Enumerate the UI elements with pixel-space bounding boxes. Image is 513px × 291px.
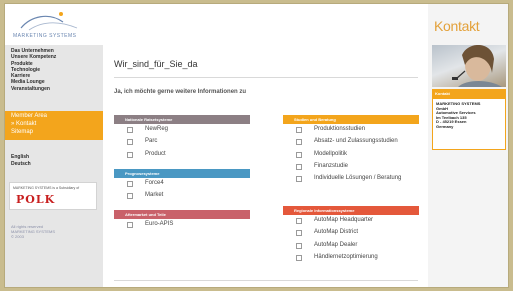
partner-box[interactable]: MARKETING SYSTEMS is a Subsidiary of POL… xyxy=(9,182,97,210)
nav-item-kontakt[interactable]: » Kontakt xyxy=(11,121,36,127)
option-row: Parc xyxy=(114,136,250,148)
option-label: Finanzstudie xyxy=(314,162,349,169)
page-title: Wir_sind_für_Sie_da xyxy=(114,59,198,69)
nav-item-sitemap[interactable]: Sitemap xyxy=(11,129,33,135)
nav-highlight-block: Member Area » Kontakt Sitemap xyxy=(5,111,103,140)
logo-text: MARKETING SYSTEMS xyxy=(13,33,77,39)
option-label: Händlernetzoptimierung xyxy=(314,253,378,260)
option-label: Absatz- und Zulassungsstudien xyxy=(314,138,398,145)
option-label: AutoMap Headquarter xyxy=(314,217,374,223)
partner-logo: POLK xyxy=(16,193,56,206)
option-row: Händlernetzoptimierung xyxy=(283,252,419,264)
page-frame: MARKETING SYSTEMS Das Unternehmen Unsere… xyxy=(4,3,509,288)
kontakt-title: Kontakt xyxy=(434,18,480,34)
option-label: Force4 xyxy=(145,180,164,186)
checkbox[interactable] xyxy=(127,222,133,228)
divider xyxy=(114,280,418,281)
checkbox[interactable] xyxy=(296,218,302,224)
sidebar: MARKETING SYSTEMS Das Unternehmen Unsere… xyxy=(5,4,103,287)
copyright: All rights reserved MARKETING SYSTEMS © … xyxy=(11,224,55,239)
checkbox[interactable] xyxy=(127,139,133,146)
nav-item-member-area[interactable]: Member Area xyxy=(11,113,47,119)
section-studien: Studien und Beratung Produktionsstudien … xyxy=(283,115,419,185)
checkbox[interactable] xyxy=(296,176,302,183)
address-box: MARKETING SYSTEMS GmbH Automotive Servic… xyxy=(432,98,506,150)
option-row: Absatz- und Zulassungsstudien xyxy=(283,136,419,148)
option-label: Individuelle Lösungen / Beratung xyxy=(314,175,402,182)
option-row: Market xyxy=(114,190,250,202)
option-label: NewReg xyxy=(145,126,169,132)
option-label: Produktionsstudien xyxy=(314,126,366,132)
divider xyxy=(114,77,418,78)
section-header: Aftermarket und Teile xyxy=(114,210,250,219)
section-regional: Regionale Informationssysteme AutoMap He… xyxy=(283,206,419,264)
section-header: Nationale Ratsetsysteme xyxy=(114,115,250,124)
option-label: Modellpolitik xyxy=(314,150,348,157)
option-row: Euro-APIS xyxy=(114,219,250,231)
main-nav: Das Unternehmen Unsere Kompetenz Produkt… xyxy=(11,48,99,92)
option-row: Finanzstudie xyxy=(283,161,419,173)
headset-person-icon xyxy=(452,45,502,87)
section-nationale: Nationale Ratsetsysteme NewReg Parc Prod… xyxy=(114,115,250,161)
intro-text: Ja, ich möchte gerne weitere Information… xyxy=(114,89,247,95)
logo-swoosh-icon xyxy=(20,12,78,31)
checkbox[interactable] xyxy=(296,230,302,237)
option-row: NewReg xyxy=(114,124,250,136)
checkbox[interactable] xyxy=(127,181,133,187)
partner-text: MARKETING SYSTEMS is a Subsidiary of xyxy=(13,186,80,190)
lang-english[interactable]: English xyxy=(11,154,31,161)
checkbox[interactable] xyxy=(296,139,302,146)
option-row: Produktionsstudien xyxy=(283,124,419,136)
checkbox[interactable] xyxy=(296,254,302,261)
contact-photo xyxy=(432,45,506,87)
section-aftermarket: Aftermarket und Teile Euro-APIS xyxy=(114,210,250,231)
option-label: AutoMap Dealer xyxy=(314,241,358,248)
option-row: AutoMap Headquarter xyxy=(283,215,419,227)
option-row: AutoMap District xyxy=(283,227,419,239)
section-header: Regionale Informationssysteme xyxy=(283,206,419,215)
option-label: AutoMap District xyxy=(314,229,359,236)
option-row: Product xyxy=(114,149,250,161)
checkbox[interactable] xyxy=(296,242,302,249)
checkbox[interactable] xyxy=(296,163,302,170)
logo[interactable]: MARKETING SYSTEMS xyxy=(5,4,103,45)
option-row: Individuelle Lösungen / Beratung xyxy=(283,173,419,185)
checkbox[interactable] xyxy=(296,127,302,133)
section-header: Prognosesysteme xyxy=(114,169,250,178)
kontakt-header: Kontakt xyxy=(432,89,506,98)
checkbox[interactable] xyxy=(296,151,302,158)
checkbox[interactable] xyxy=(127,151,133,158)
language-switch: English Deutsch xyxy=(11,154,31,168)
option-label: Parc xyxy=(145,138,158,145)
section-prognose: Prognosesysteme Force4 Market xyxy=(114,169,250,203)
option-label: Product xyxy=(145,150,166,157)
copyright-line: © 2003 xyxy=(11,234,24,239)
option-row: Force4 xyxy=(114,178,250,190)
section-header: Studien und Beratung xyxy=(283,115,419,124)
kontakt-panel: Kontakt Kontakt MARKETING SYSTEMS GmbH A… xyxy=(428,4,508,287)
nav-item-veranstaltungen[interactable]: Veranstaltungen xyxy=(11,86,99,92)
checkbox[interactable] xyxy=(127,127,133,133)
checkbox[interactable] xyxy=(127,193,133,200)
option-label: Euro-APIS xyxy=(145,221,174,227)
option-row: AutoMap Dealer xyxy=(283,240,419,252)
lang-deutsch[interactable]: Deutsch xyxy=(11,161,31,168)
main-content: Wir_sind_für_Sie_da Ja, ich möchte gerne… xyxy=(103,4,428,287)
address-line: Germany xyxy=(436,123,454,129)
option-row: Modellpolitik xyxy=(283,149,419,161)
option-label: Market xyxy=(145,192,164,199)
